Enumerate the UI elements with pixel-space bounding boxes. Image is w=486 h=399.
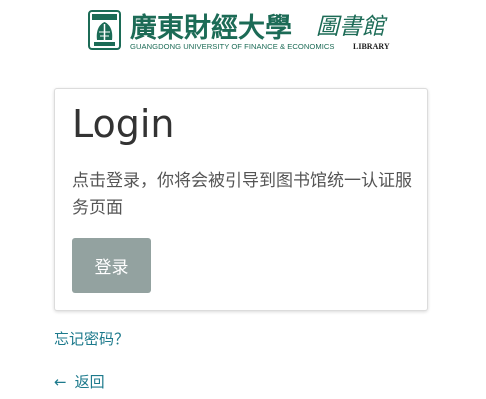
forgot-password-link[interactable]: 忘记密码？	[54, 332, 129, 347]
university-seal-icon	[88, 10, 121, 50]
back-link[interactable]: ← 返回	[54, 375, 105, 390]
login-description: 点击登录，你将会被引导到图书馆统一认证服务页面	[72, 171, 412, 218]
logo-library-name-en: LIBRARY	[353, 42, 390, 51]
arrow-left-icon: ←	[54, 373, 67, 391]
logo-university-name-en: GUANGDONG UNIVERSITY OF FINANCE & ECONOM…	[130, 42, 335, 51]
library-logo: 廣東財經大學 圖書館 GUANGDONG UNIVERSITY OF FINAN…	[88, 10, 393, 56]
login-title: Login	[72, 102, 175, 146]
logo-university-name-cn: 廣東財經大學	[130, 13, 292, 44]
back-link-label: 返回	[74, 373, 105, 391]
login-card: Login 点击登录，你将会被引导到图书馆统一认证服务页面 登录	[54, 88, 428, 311]
login-button[interactable]: 登录	[72, 238, 151, 293]
logo-library-name-cn: 圖書館	[316, 14, 385, 40]
